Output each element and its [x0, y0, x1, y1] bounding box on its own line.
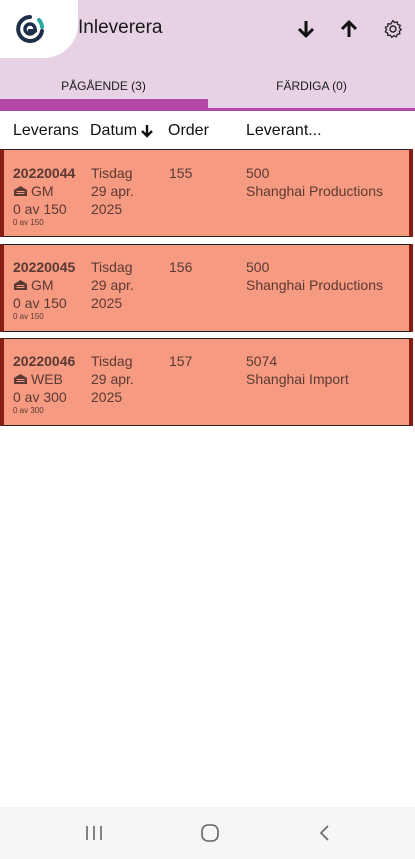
- logo-tab: [0, 0, 78, 58]
- progress-text: 0 av 150: [13, 295, 67, 311]
- recent-apps-button[interactable]: [79, 819, 109, 847]
- progress-small: 0 av 150: [13, 312, 44, 321]
- delivery-id: 20220046: [13, 353, 76, 369]
- sort-arrow-down-icon: [141, 124, 153, 138]
- warehouse: GM: [13, 276, 75, 294]
- warehouse-label: WEB: [31, 371, 63, 387]
- supplier-number: 5074: [246, 353, 278, 369]
- date-date: 29 apr.: [91, 183, 134, 199]
- column-header-delivery[interactable]: Leverans: [13, 122, 79, 140]
- progress-small: 0 av 150: [13, 218, 44, 227]
- tab-finished[interactable]: FÄRDIGA (0): [208, 66, 415, 111]
- column-header-order[interactable]: Order: [168, 122, 209, 140]
- supplier-name: Shanghai Import: [246, 371, 349, 387]
- home-button[interactable]: [195, 819, 225, 847]
- page-title: Inleverera: [78, 17, 163, 38]
- home-icon: [201, 824, 219, 842]
- delivery-id: 20220045: [13, 259, 76, 275]
- column-header-supplier[interactable]: Leverant...: [246, 122, 322, 140]
- download-button[interactable]: [291, 14, 321, 44]
- tab-indicator-active: [0, 99, 208, 111]
- progress-small: 0 av 300: [13, 406, 44, 415]
- date-date: 29 apr.: [91, 371, 134, 387]
- supplier-name: Shanghai Productions: [246, 277, 383, 293]
- warehouse-icon: [14, 280, 27, 290]
- warehouse-icon: [14, 186, 27, 196]
- order-number: 156: [169, 259, 193, 275]
- arrow-down-icon: [297, 21, 315, 38]
- delivery-id: 20220044: [13, 165, 76, 181]
- progress-text: 0 av 300: [13, 389, 67, 405]
- supplier-number: 500: [246, 165, 270, 181]
- date-year: 2025: [91, 295, 123, 311]
- upload-button[interactable]: [334, 14, 364, 44]
- date-day: Tisdag: [91, 165, 133, 181]
- gear-icon: [384, 19, 402, 38]
- supplier-name: Shanghai Productions: [246, 183, 383, 199]
- order-number: 155: [169, 165, 193, 181]
- supplier-number: 500: [246, 259, 270, 275]
- arrow-up-icon: [340, 20, 358, 37]
- logo-icon: [16, 15, 44, 43]
- column-header-date[interactable]: Datum: [90, 122, 154, 140]
- date-day: Tisdag: [91, 353, 133, 369]
- date-year: 2025: [91, 389, 123, 405]
- settings-button[interactable]: [378, 14, 408, 44]
- delivery-row[interactable]: 20220045 GM 0 av 150 0 av 150 Tisdag 29 …: [0, 244, 413, 332]
- warehouse-icon: [14, 374, 27, 384]
- tab-indicator-line: [208, 108, 415, 111]
- warehouse-label: GM: [31, 277, 54, 293]
- back-button[interactable]: [310, 819, 340, 847]
- progress-text: 0 av 150: [13, 201, 67, 217]
- date-year: 2025: [91, 201, 123, 217]
- delivery-row[interactable]: 20220046 WEB 0 av 300 0 av 300 Tisdag 29…: [0, 338, 413, 426]
- date-date: 29 apr.: [91, 277, 134, 293]
- warehouse: WEB: [13, 370, 75, 388]
- date-day: Tisdag: [91, 259, 133, 275]
- back-icon: [319, 825, 329, 841]
- system-nav-bar: [0, 807, 415, 859]
- app-header: Inleverera PÅGÅENDE (3) FÄRDIGA (0): [0, 0, 415, 111]
- recent-apps-icon: [86, 826, 102, 840]
- order-number: 157: [169, 353, 193, 369]
- warehouse: GM: [13, 182, 75, 200]
- warehouse-label: GM: [31, 183, 54, 199]
- delivery-row[interactable]: 20220044 GM 0 av 150 0 av 150 Tisdag 29 …: [0, 149, 413, 237]
- column-header-date-label: Datum: [90, 122, 138, 139]
